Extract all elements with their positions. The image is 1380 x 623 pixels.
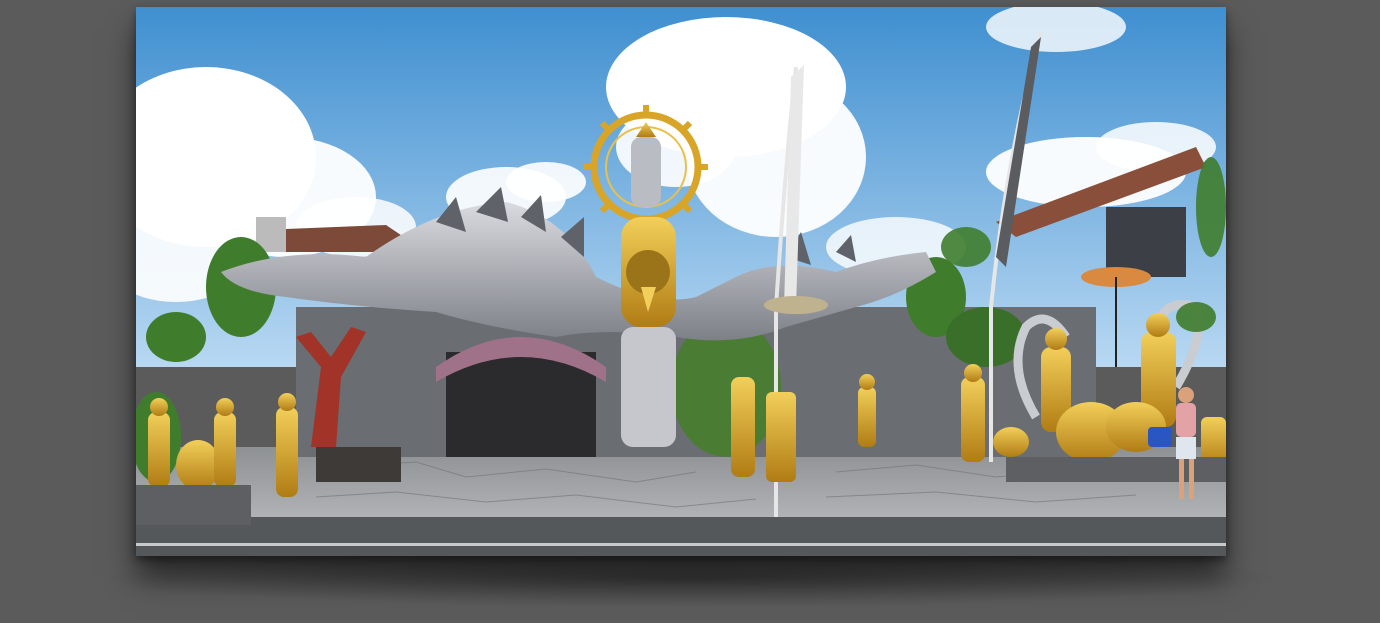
gate-opening — [446, 352, 596, 457]
road-line — [136, 543, 1226, 546]
photo-frame — [136, 7, 1226, 556]
sign-board — [316, 447, 401, 482]
left-stone-base — [136, 485, 251, 525]
frame-shadow — [90, 548, 1290, 608]
road — [136, 517, 1226, 556]
temple-photo — [136, 7, 1226, 556]
